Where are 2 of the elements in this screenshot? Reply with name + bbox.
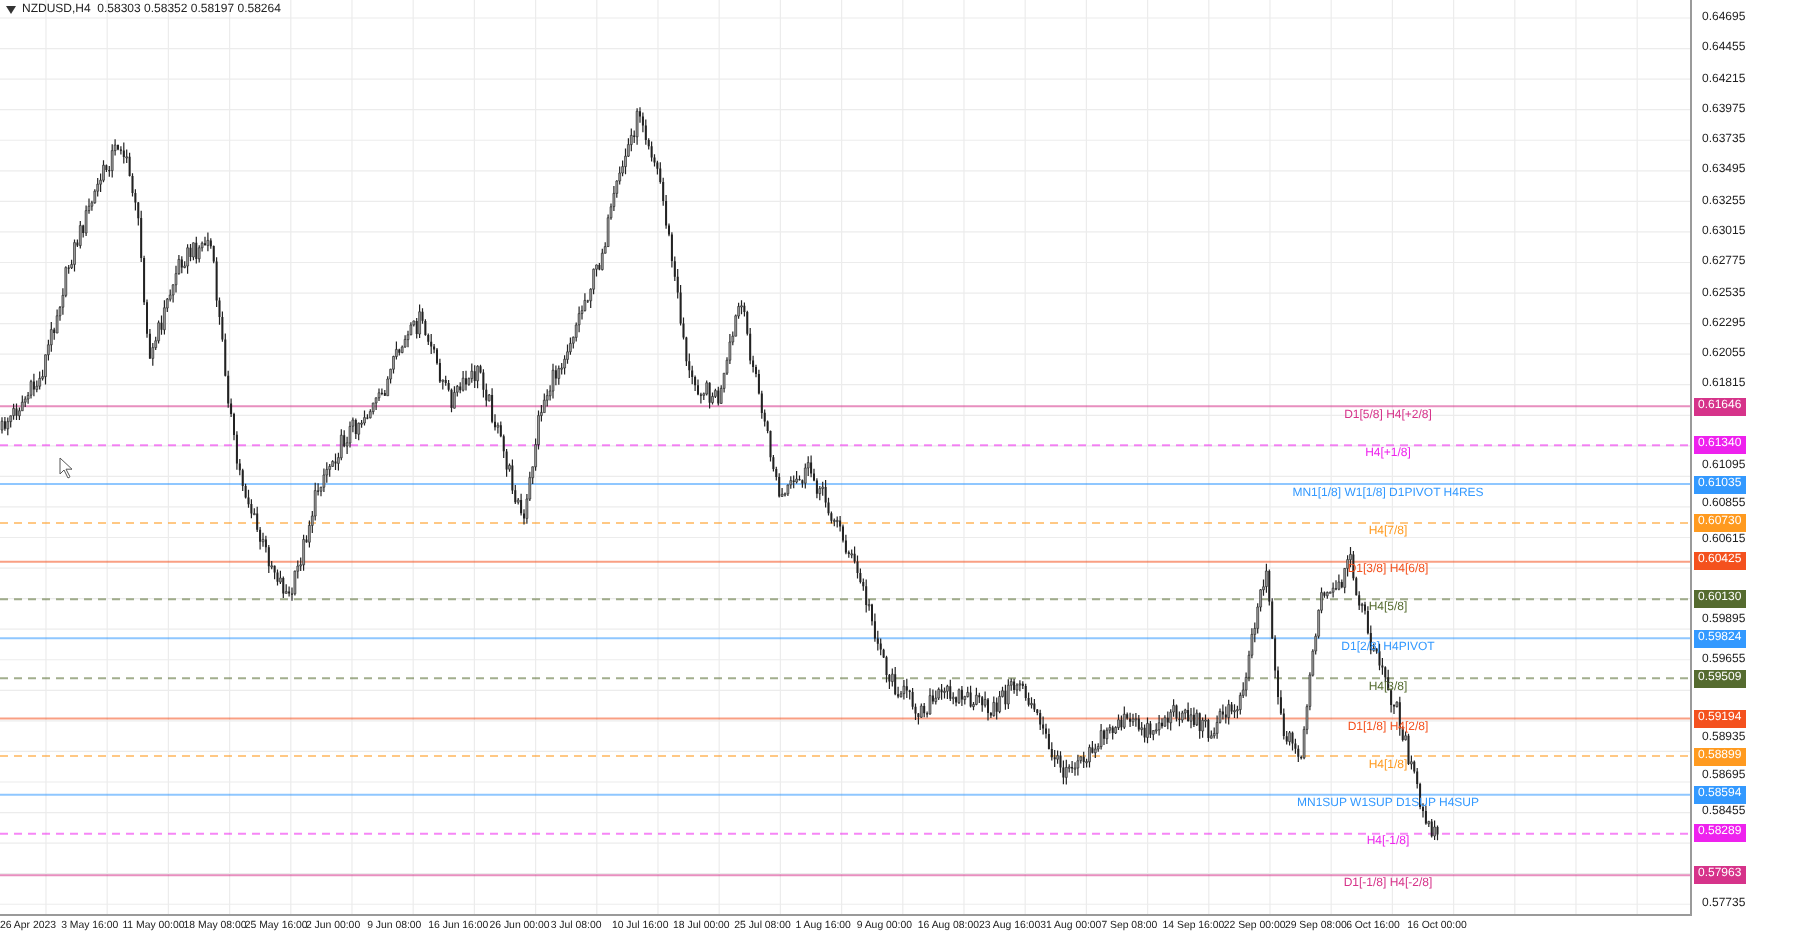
cursor-icon: [59, 457, 73, 479]
dropdown-icon[interactable]: [6, 6, 16, 14]
